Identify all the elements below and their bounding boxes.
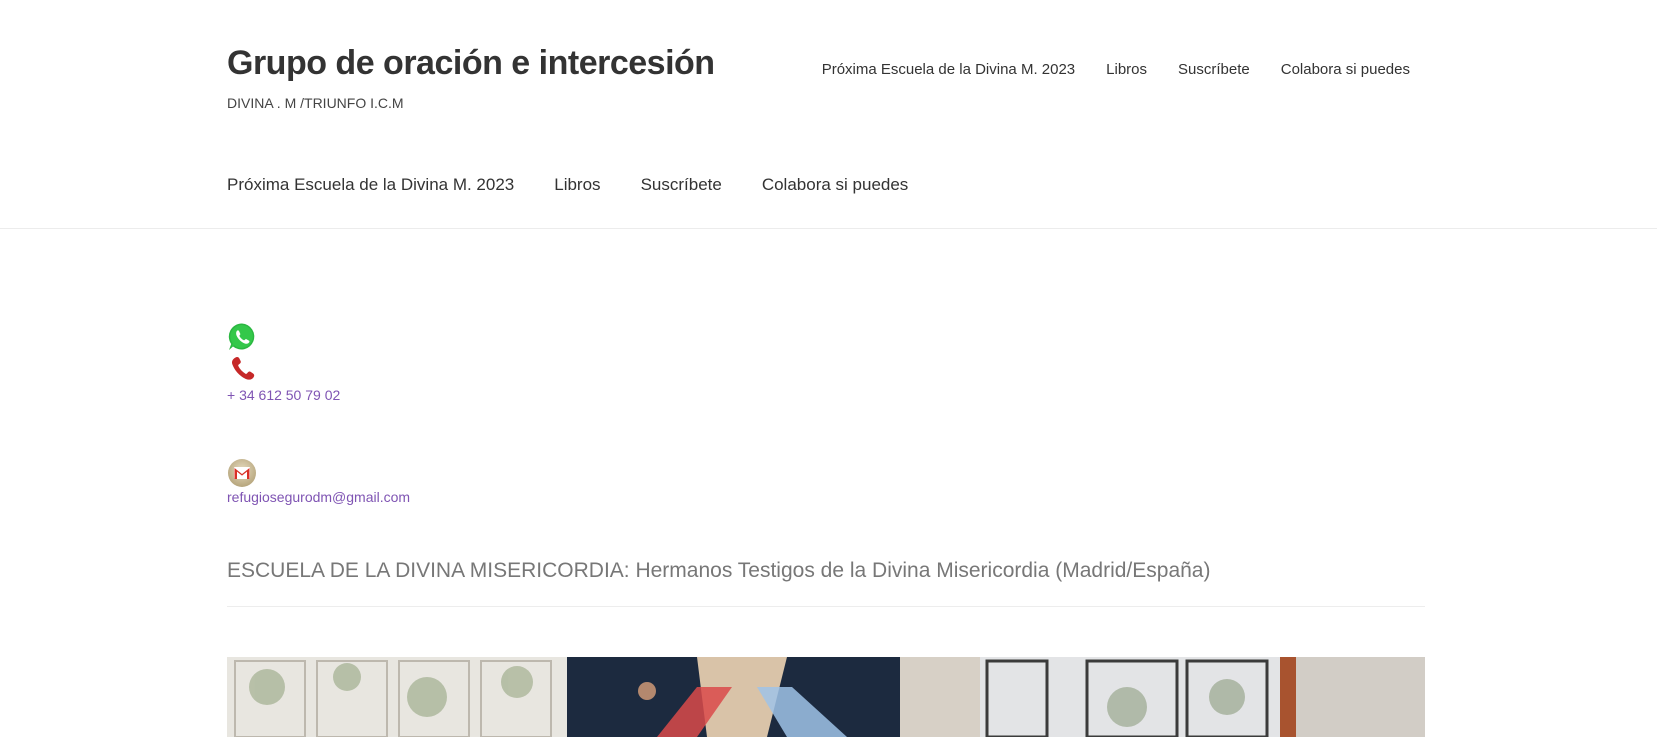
gmail-icon[interactable] xyxy=(227,458,257,488)
top-nav-item-escuela[interactable]: Próxima Escuela de la Divina M. 2023 xyxy=(822,61,1075,78)
main-nav-item-colabora[interactable]: Colabora si puedes xyxy=(762,175,908,195)
whatsapp-icon[interactable] xyxy=(227,322,257,352)
top-nav-item-libros[interactable]: Libros xyxy=(1106,61,1147,78)
featured-image xyxy=(227,657,1425,737)
top-nav-item-suscribete[interactable]: Suscríbete xyxy=(1178,61,1250,78)
post-title[interactable]: ESCUELA DE LA DIVINA MISERICORDIA: Herma… xyxy=(227,559,1425,583)
primary-navigation: Próxima Escuela de la Divina M. 2023 Lib… xyxy=(227,175,908,195)
page: Grupo de oración e intercesión DIVINA . … xyxy=(0,0,1657,737)
main-nav-item-escuela[interactable]: Próxima Escuela de la Divina M. 2023 xyxy=(227,175,514,195)
post-divider xyxy=(227,606,1425,607)
featured-image-photo xyxy=(227,657,1425,737)
top-nav-item-colabora[interactable]: Colabora si puedes xyxy=(1281,61,1410,78)
site-tagline: DIVINA . M /TRIUNFO I.C.M xyxy=(227,95,404,111)
main-nav-item-libros[interactable]: Libros xyxy=(554,175,600,195)
email-link[interactable]: refugiosegurodm@gmail.com xyxy=(227,489,1425,505)
site-header: Grupo de oración e intercesión DIVINA . … xyxy=(0,0,1657,229)
main-content: + 34 612 50 79 02 refugiosegurodm@gmail.… xyxy=(227,322,1425,607)
phone-link[interactable]: + 34 612 50 79 02 xyxy=(227,387,1425,403)
secondary-navigation: Próxima Escuela de la Divina M. 2023 Lib… xyxy=(822,61,1410,78)
site-title[interactable]: Grupo de oración e intercesión xyxy=(227,44,715,83)
main-nav-item-suscribete[interactable]: Suscríbete xyxy=(641,175,722,195)
phone-icon[interactable] xyxy=(227,355,257,385)
